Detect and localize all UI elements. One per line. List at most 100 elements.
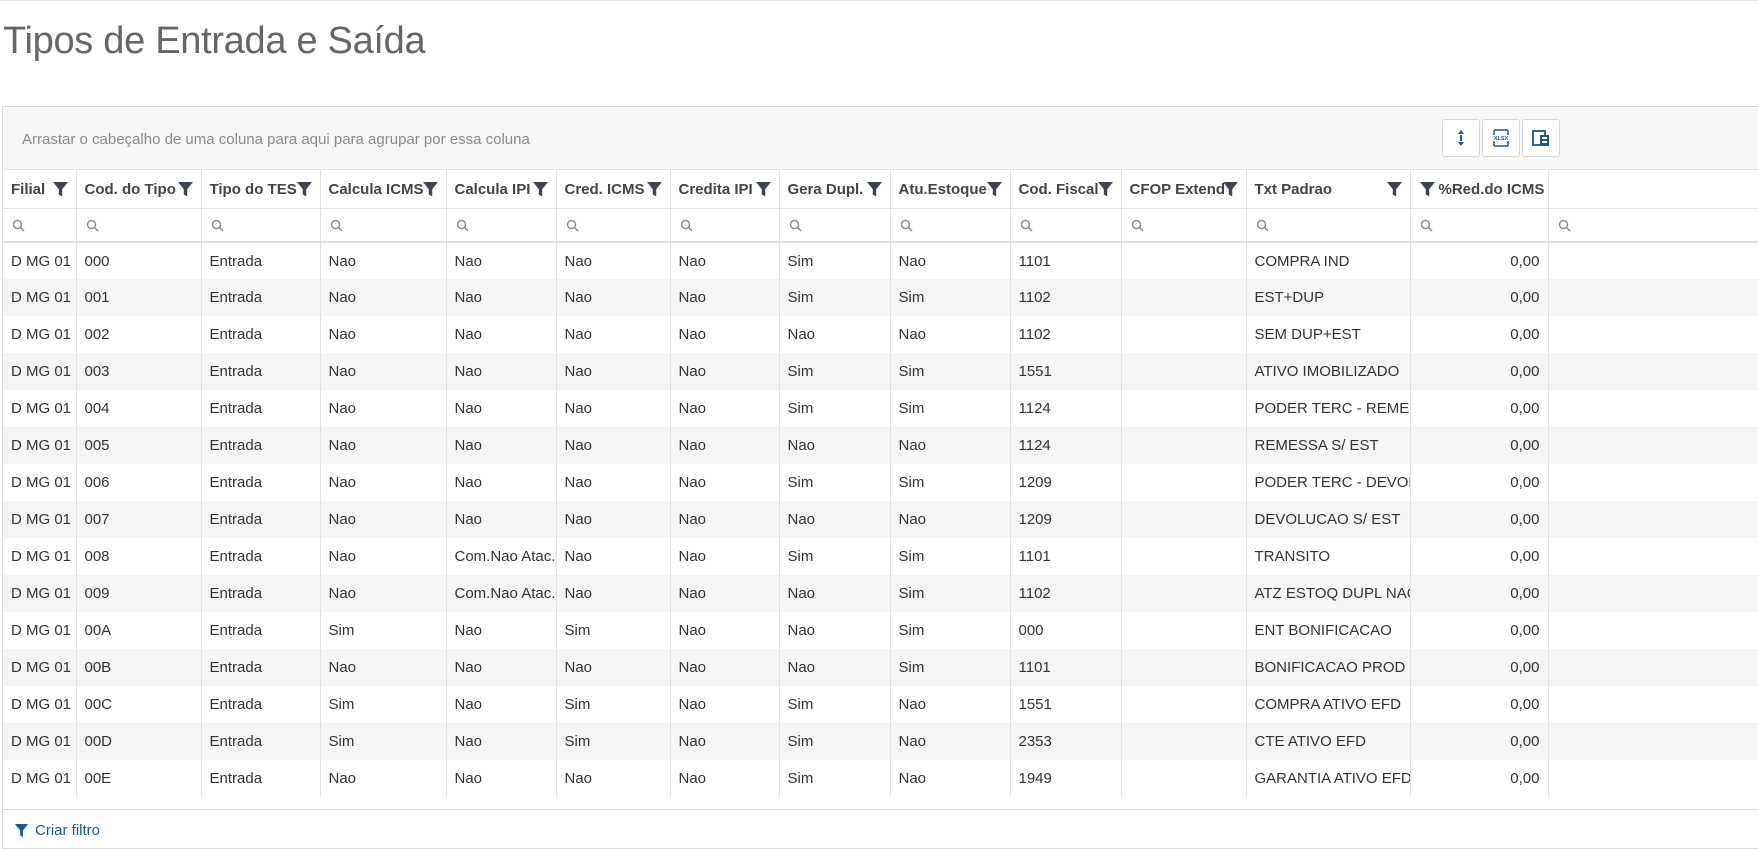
column-filter-icon[interactable] — [755, 181, 772, 197]
table-row[interactable]: D MG 01 006 Entrada Nao Nao Nao Nao Sim Sim 1209 P… — [3, 464, 1758, 501]
table-row[interactable]: D MG 01 000 Entrada Nao Nao Nao Nao Sim Nao 1101 C… — [3, 242, 1758, 279]
column-filter-icon[interactable] — [296, 181, 313, 197]
table-row[interactable]: D MG 01 003 Entrada Nao Nao Nao Nao Sim Sim 1551 A… — [3, 353, 1758, 390]
table-row[interactable]: D MG 01 007 Entrada Nao Nao Nao Nao Nao Nao 1209 D… — [3, 501, 1758, 538]
table-cell: Nao — [779, 316, 891, 353]
column-filter-icon[interactable] — [1222, 181, 1239, 197]
table-row[interactable]: D MG 01 00B Entrada Nao Nao Nao Nao Nao Sim 1101 B… — [3, 649, 1758, 686]
table-cell: Entrada — [201, 353, 321, 390]
table-row[interactable]: D MG 01 008 Entrada Nao Com.Nao Atac. Nao Nao S… — [3, 538, 1758, 575]
table-cell: 0,00 — [1410, 612, 1549, 649]
column-filter-input[interactable] — [805, 212, 886, 239]
table-row[interactable]: D MG 01 004 Entrada Nao Nao Nao Nao Sim Sim 1124 P… — [3, 390, 1758, 427]
create-filter-link[interactable]: Criar filtro — [14, 822, 100, 839]
column-header-label: Cred. ICMS — [564, 180, 645, 198]
table-cell: Entrada — [201, 501, 321, 538]
column-filter-icon[interactable] — [52, 181, 69, 197]
column-header[interactable]: %Red.do ICMS — [1410, 170, 1549, 209]
table-cell — [1121, 390, 1247, 427]
column-header[interactable]: Filial — [3, 170, 77, 209]
table-cell — [1548, 427, 1758, 464]
column-filter-input[interactable] — [1036, 212, 1117, 239]
column-filter-input[interactable] — [1574, 212, 1758, 239]
column-header[interactable]: Credita IPI — [670, 170, 780, 209]
column-filter-input[interactable] — [916, 212, 1006, 239]
column-filter-input[interactable] — [346, 212, 442, 239]
column-header[interactable]: Calcula IPI — [446, 170, 557, 209]
column-filter-input[interactable] — [227, 212, 316, 239]
table-cell: ATZ ESTOQ DUPL NAO — [1246, 575, 1411, 612]
table-cell — [1548, 649, 1758, 686]
table-row[interactable]: D MG 01 00A Entrada Sim Nao Sim Nao Nao Sim 000 EN… — [3, 612, 1758, 649]
table-cell: Sim — [779, 242, 891, 279]
table-cell: Nao — [446, 353, 557, 390]
column-header[interactable] — [1548, 170, 1758, 209]
column-header[interactable]: Atu.Estoque — [890, 170, 1011, 209]
column-header[interactable]: CFOP Extend — [1121, 170, 1247, 209]
table-row[interactable]: D MG 01 00E Entrada Nao Nao Nao Nao Sim Nao 1949 G… — [3, 760, 1758, 797]
table-cell: D MG 01 — [3, 279, 77, 316]
table-cell: 1102 — [1010, 316, 1122, 353]
column-filter-icon[interactable] — [1419, 181, 1436, 197]
table-cell: Nao — [670, 686, 780, 723]
filter-cell — [446, 208, 557, 243]
column-filter-input[interactable] — [472, 212, 552, 239]
column-filter-input[interactable] — [696, 212, 775, 239]
table-cell: Sim — [556, 612, 671, 649]
table-cell: Nao — [890, 427, 1011, 464]
sort-arrows-icon — [1458, 130, 1464, 146]
column-header[interactable]: Cod. Fiscal — [1010, 170, 1122, 209]
column-header[interactable]: Gera Dupl. — [779, 170, 891, 209]
table-row[interactable]: D MG 01 005 Entrada Nao Nao Nao Nao Nao Nao 1124 R… — [3, 427, 1758, 464]
table-row[interactable]: D MG 01 002 Entrada Nao Nao Nao Nao Nao Nao 1102 S… — [3, 316, 1758, 353]
table-cell: Nao — [556, 316, 671, 353]
table-cell: CTE ATIVO EFD — [1246, 723, 1411, 760]
table-cell — [1548, 464, 1758, 501]
column-filter-icon[interactable] — [177, 181, 194, 197]
table-cell: Nao — [556, 242, 671, 279]
table-row[interactable]: D MG 01 00D Entrada Sim Nao Sim Nao Sim Nao 2353 C… — [3, 723, 1758, 760]
column-header[interactable]: Cod. do Tipo — [76, 170, 202, 209]
table-cell: Sim — [890, 390, 1011, 427]
column-filter-icon[interactable] — [646, 181, 663, 197]
column-filter-input[interactable] — [102, 212, 197, 239]
table-row[interactable]: D MG 01 009 Entrada Nao Com.Nao Atac. Nao Nao N… — [3, 575, 1758, 612]
group-panel[interactable]: Arrastar o cabeçalho de uma coluna para … — [3, 107, 1758, 170]
table-cell: Nao — [890, 686, 1011, 723]
filter-cell — [1548, 208, 1758, 243]
grid-footer: Criar filtro — [3, 809, 1758, 848]
sort-toggle-button[interactable] — [1442, 119, 1480, 157]
table-cell — [1548, 242, 1758, 279]
column-header[interactable]: Txt Padrao — [1246, 170, 1411, 209]
column-filter-icon[interactable] — [866, 181, 883, 197]
column-filter-input[interactable] — [1436, 212, 1544, 239]
column-filter-icon[interactable] — [1097, 181, 1114, 197]
table-cell: Nao — [890, 501, 1011, 538]
table-row[interactable]: D MG 01 00C Entrada Sim Nao Sim Nao Sim Nao 1551 C… — [3, 686, 1758, 723]
column-chooser-button[interactable] — [1522, 119, 1560, 157]
column-header[interactable]: Calcula ICMS — [320, 170, 447, 209]
column-filter-icon[interactable] — [986, 181, 1003, 197]
table-cell: D MG 01 — [3, 649, 77, 686]
column-filter-input[interactable] — [1147, 212, 1242, 239]
column-filter-input[interactable] — [29, 212, 72, 239]
table-cell: 0,00 — [1410, 316, 1549, 353]
table-cell: 0,00 — [1410, 575, 1549, 612]
table-cell: 006 — [76, 464, 202, 501]
column-header[interactable]: Tipo do TES — [201, 170, 321, 209]
search-icon — [789, 219, 802, 232]
top-divider — [0, 0, 1758, 1]
table-row[interactable]: D MG 01 001 Entrada Nao Nao Nao Nao Sim Sim 1102 E… — [3, 279, 1758, 316]
table-cell: EST+DUP — [1246, 279, 1411, 316]
column-filter-icon[interactable] — [532, 181, 549, 197]
column-filter-icon[interactable] — [422, 181, 439, 197]
column-header[interactable]: Cred. ICMS — [556, 170, 671, 209]
column-filter-icon[interactable] — [1386, 181, 1403, 197]
export-xlsx-button[interactable]: XLSX — [1482, 119, 1520, 157]
table-cell: 0,00 — [1410, 242, 1549, 279]
column-header-label: CFOP Extend — [1129, 180, 1226, 198]
column-filter-input[interactable] — [1272, 212, 1406, 239]
table-cell: Sim — [779, 353, 891, 390]
column-filter-input[interactable] — [582, 212, 666, 239]
search-icon — [1558, 219, 1571, 232]
